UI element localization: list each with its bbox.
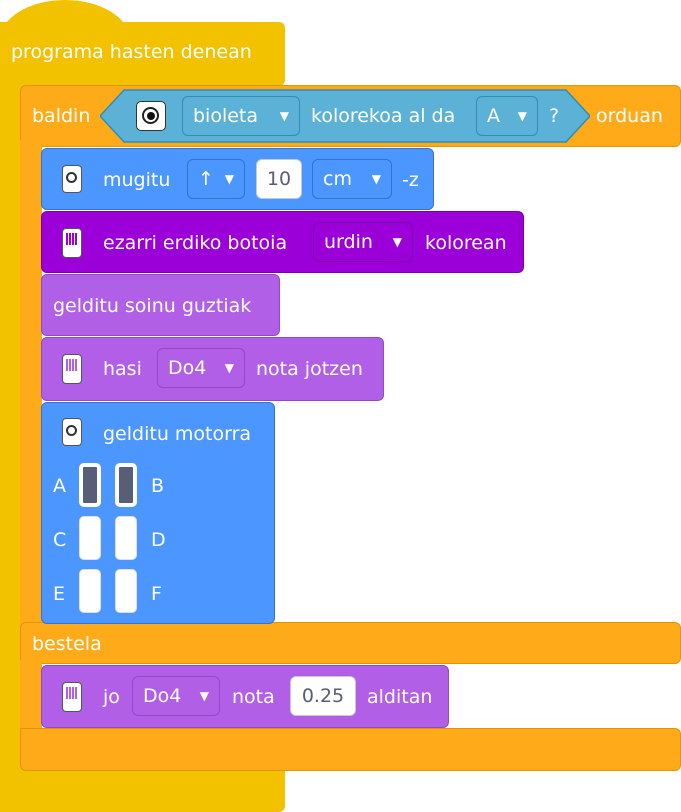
if-else-arm-1: [20, 140, 42, 630]
hat-label: programa hasten denean: [11, 41, 252, 63]
port-toggle-c[interactable]: [79, 516, 101, 560]
play-note-dropdown[interactable]: Do4 ▼: [132, 676, 220, 716]
if-else-middle[interactable]: [20, 622, 681, 664]
dropdown-arrow-icon: ▼: [517, 109, 527, 123]
port-label: F: [151, 583, 162, 605]
condition-text: kolorekoa al da: [311, 105, 456, 127]
color-sensor-icon: [136, 101, 166, 131]
hat-bottom: [0, 770, 285, 812]
play-note-label: jo: [103, 686, 120, 708]
port-toggle-e[interactable]: [79, 569, 101, 613]
button-color-value: urdin: [324, 231, 373, 253]
color-dropdown-value: bioleta: [193, 105, 259, 127]
play-note-suffix: alditan: [367, 686, 433, 708]
motor-icon: [62, 165, 82, 193]
stop-sounds-label: gelditu soinu guztiak: [53, 295, 252, 317]
move-suffix: -z: [402, 169, 419, 191]
motor-icon: [62, 418, 82, 446]
port-dropdown-value: A: [487, 105, 500, 127]
beats-input[interactable]: 0.25: [290, 676, 356, 716]
set-button-label: ezarri erdiko botoia: [103, 232, 288, 254]
port-toggle-f[interactable]: [115, 569, 137, 613]
dropdown-arrow-icon: ▼: [392, 235, 402, 249]
unit-dropdown[interactable]: cm ▼: [312, 159, 392, 199]
start-note-label: hasi: [103, 358, 142, 380]
port-toggle-d[interactable]: [115, 516, 137, 560]
hub-icon: [62, 682, 82, 712]
else-label: bestela: [32, 633, 102, 655]
play-note-value: Do4: [143, 685, 182, 707]
set-button-suffix: kolorean: [425, 232, 507, 254]
port-toggle-b[interactable]: [115, 463, 137, 507]
dropdown-arrow-icon: ▼: [199, 689, 209, 703]
play-note-mid: nota: [232, 686, 275, 708]
port-label: A: [53, 475, 66, 497]
dropdown-arrow-icon: ▼: [224, 361, 234, 375]
question-mark: ?: [549, 105, 560, 127]
unit-value: cm: [323, 168, 352, 190]
direction-dropdown[interactable]: ↑ ▼: [187, 159, 245, 199]
dropdown-arrow-icon: ▼: [371, 172, 381, 186]
move-label: mugitu: [103, 169, 171, 191]
direction-value: ↑: [198, 168, 214, 190]
dropdown-arrow-icon: ▼: [279, 109, 289, 123]
if-else-bottom: [20, 728, 681, 771]
hub-icon: [62, 354, 82, 384]
port-label: E: [53, 583, 66, 605]
if-else-arm-2: [20, 660, 42, 734]
port-label: C: [53, 529, 67, 551]
then-label: orduan: [596, 105, 663, 127]
note-value: Do4: [168, 357, 207, 379]
color-dropdown[interactable]: bioleta ▼: [182, 96, 300, 136]
if-label: baldin: [32, 105, 91, 127]
port-label: D: [151, 529, 166, 551]
button-color-dropdown[interactable]: urdin ▼: [313, 222, 413, 262]
port-label: B: [151, 475, 165, 497]
note-dropdown[interactable]: Do4 ▼: [157, 348, 245, 388]
distance-input[interactable]: 10: [256, 159, 302, 199]
start-note-suffix: nota jotzen: [256, 358, 363, 380]
port-dropdown[interactable]: A ▼: [476, 96, 538, 136]
stop-motor-label: gelditu motorra: [103, 423, 252, 445]
dropdown-arrow-icon: ▼: [224, 172, 234, 186]
port-toggle-a[interactable]: [79, 463, 101, 507]
hub-icon: [62, 228, 82, 258]
